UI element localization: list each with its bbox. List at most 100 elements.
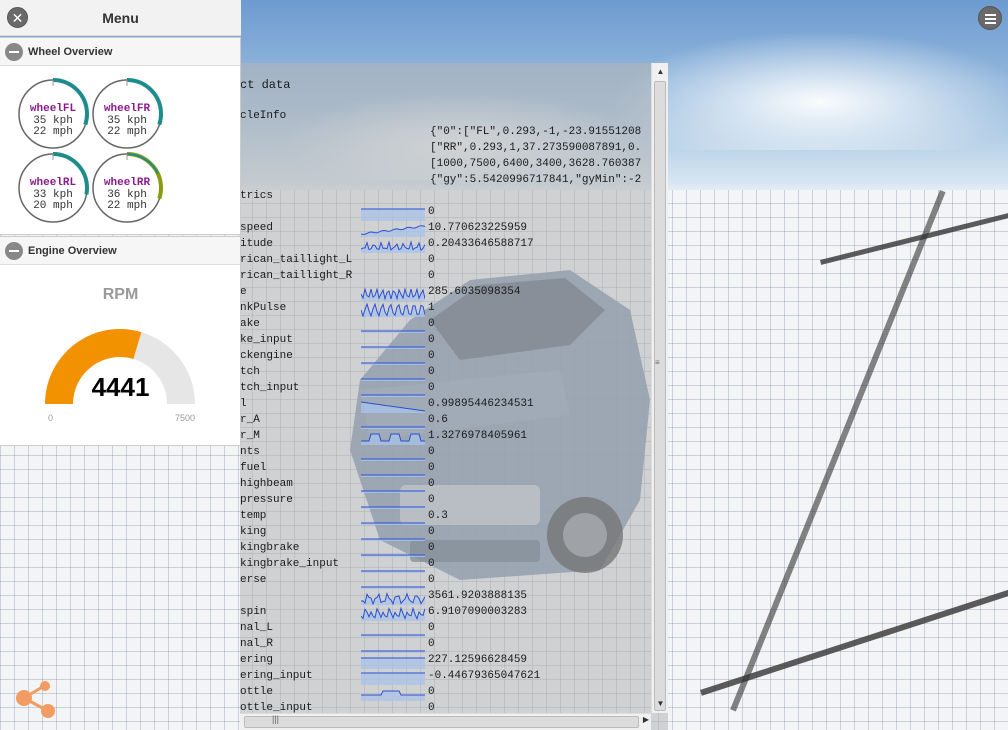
horizontal-scrollbar[interactable]: ||| ▶ bbox=[240, 713, 651, 730]
metric-sparkline bbox=[361, 240, 425, 253]
metric-value: 227.12596628459 bbox=[428, 654, 528, 666]
engine-overview-header[interactable]: Engine Overview bbox=[0, 237, 240, 265]
sparkline-area bbox=[361, 658, 425, 669]
metric-sparkline bbox=[361, 690, 425, 701]
metric-sparkline bbox=[361, 330, 425, 333]
metric-value: 0 bbox=[428, 318, 435, 330]
sparkline-area bbox=[361, 673, 425, 685]
metric-name: itude bbox=[240, 238, 274, 250]
beamng-logo-icon[interactable] bbox=[12, 678, 60, 720]
metric-row: l 0.99895446234531 bbox=[240, 398, 650, 414]
metric-sparkline bbox=[361, 303, 425, 317]
vehicle-data-panel[interactable]: ct data cleInfo {"0":["FL",0.293,-1,-23.… bbox=[240, 63, 668, 730]
metric-value: 0 bbox=[428, 494, 435, 506]
metric-name: ottle bbox=[240, 686, 274, 698]
wheel-speed-mph: 22 mph bbox=[107, 126, 147, 138]
metric-value: 0 bbox=[428, 206, 435, 218]
metric-name: kingbrake_input bbox=[240, 558, 340, 570]
wheel-name: wheelRR bbox=[103, 177, 151, 189]
metric-value: 0 bbox=[428, 686, 435, 698]
scroll-thumb[interactable] bbox=[244, 716, 639, 728]
metric-row: fuel 0 bbox=[240, 462, 650, 478]
metric-sparkline bbox=[361, 607, 425, 621]
wheel-name: wheelRL bbox=[29, 177, 77, 189]
metric-sparkline bbox=[361, 287, 425, 301]
metric-row: ke_input 0 bbox=[240, 334, 650, 350]
metric-sparkline bbox=[361, 346, 425, 349]
collapse-icon[interactable] bbox=[5, 43, 23, 61]
scroll-right-arrow-icon[interactable]: ▶ bbox=[643, 715, 649, 724]
vehicle-info-line: ["RR",0.293,1,37.273590087891,0. bbox=[430, 142, 642, 154]
electrics-label: trics bbox=[240, 190, 274, 202]
cloud bbox=[610, 30, 1008, 150]
metric-value: 0.6 bbox=[428, 414, 448, 426]
grip-icon: ≡ bbox=[655, 358, 660, 367]
metric-row: nal_L 0 bbox=[240, 622, 650, 638]
metric-name: tch bbox=[240, 366, 260, 378]
metric-row: tch_input 0 bbox=[240, 382, 650, 398]
metric-sparkline bbox=[361, 394, 425, 397]
metric-row: pressure 0 bbox=[240, 494, 650, 510]
vehicle-info-line: [1000,7500,6400,3400,3628.760387 bbox=[430, 158, 642, 170]
close-icon[interactable]: ✕ bbox=[7, 7, 28, 28]
metric-row: tch 0 bbox=[240, 366, 650, 382]
grip-icon: ||| bbox=[272, 714, 280, 724]
wheel-overview-header[interactable]: Wheel Overview bbox=[0, 38, 240, 66]
metric-sparkline bbox=[361, 458, 425, 461]
metric-sparkline bbox=[361, 586, 425, 589]
sparkline-area bbox=[361, 691, 425, 701]
section-title: Wheel Overview bbox=[28, 46, 113, 58]
metric-name: temp bbox=[240, 510, 267, 522]
vehicle-info-label: cleInfo bbox=[240, 110, 287, 122]
menu-title: Menu bbox=[102, 10, 139, 26]
metric-value: 0 bbox=[428, 446, 435, 458]
scroll-up-arrow-icon[interactable]: ▲ bbox=[652, 65, 669, 79]
metric-row: king 0 bbox=[240, 526, 650, 542]
collapse-icon[interactable] bbox=[5, 242, 23, 260]
wheel-speed-mph: 20 mph bbox=[33, 200, 73, 212]
metric-name: ering_input bbox=[240, 670, 313, 682]
metric-value: 285.6035098354 bbox=[428, 286, 521, 298]
metric-sparkline bbox=[361, 362, 425, 365]
rpm-label: RPM bbox=[102, 286, 139, 303]
vehicle-info-line: {"gy":5.5420996717841,"gyMin":-2 bbox=[430, 174, 642, 186]
menu-header: Menu ✕ bbox=[0, 0, 241, 36]
metric-value: 0 bbox=[428, 542, 435, 554]
metric-name: pressure bbox=[240, 494, 293, 506]
metric-sparkline bbox=[361, 538, 425, 541]
section-title: Engine Overview bbox=[28, 245, 117, 257]
metric-row: temp 0.3 bbox=[240, 510, 650, 526]
metric-row: nts 0 bbox=[240, 446, 650, 462]
metric-sparkline bbox=[361, 657, 425, 669]
wheel-overview-section: Wheel Overview wheelFL 35 kph 22 mph whe… bbox=[0, 37, 241, 235]
metric-sparkline bbox=[361, 490, 425, 493]
metric-name: rican_taillight_R bbox=[240, 270, 353, 282]
wheel-speed-mph: 22 mph bbox=[107, 200, 147, 212]
metric-row: e 285.6035098354 bbox=[240, 286, 650, 302]
wheel-name: wheelFL bbox=[29, 103, 77, 115]
metric-name: tch_input bbox=[240, 382, 300, 394]
metric-value: 0 bbox=[428, 270, 435, 282]
metric-name: ering bbox=[240, 654, 274, 666]
metric-name: kingbrake bbox=[240, 542, 300, 554]
metric-value: 10.770623225959 bbox=[428, 222, 528, 234]
metric-row: ake 0 bbox=[240, 318, 650, 334]
metric-row: r_A 0.6 bbox=[240, 414, 650, 430]
metric-value: 0.99895446234531 bbox=[428, 398, 534, 410]
hamburger-icon[interactable] bbox=[978, 6, 1002, 30]
metric-value: 0 bbox=[428, 638, 435, 650]
metric-value: 0 bbox=[428, 462, 435, 474]
metric-sparkline bbox=[361, 401, 425, 413]
metric-value: 0 bbox=[428, 350, 435, 362]
scroll-down-arrow-icon[interactable]: ▼ bbox=[652, 697, 669, 711]
scroll-thumb[interactable] bbox=[654, 81, 666, 711]
metric-value: 0 bbox=[428, 526, 435, 538]
vertical-scrollbar[interactable]: ▲ ≡ ▼ bbox=[651, 63, 668, 713]
metric-value: 0.3 bbox=[428, 510, 448, 522]
metric-sparkline bbox=[361, 592, 425, 605]
metric-sparkline bbox=[361, 474, 425, 477]
metric-row: 0 bbox=[240, 206, 650, 222]
metric-sparkline bbox=[361, 426, 425, 429]
metric-value: 1 bbox=[428, 302, 435, 314]
metric-value: 0 bbox=[428, 334, 435, 346]
